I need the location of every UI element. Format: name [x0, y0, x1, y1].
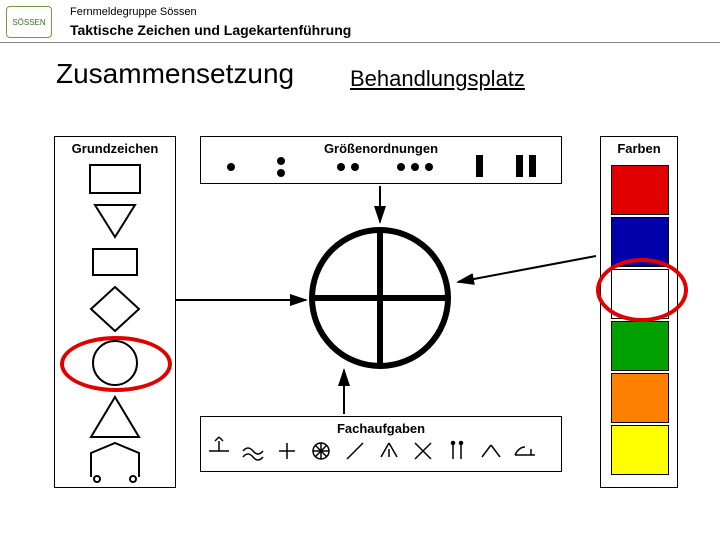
- panel-fachaufgaben: Fachaufgaben: [200, 416, 562, 472]
- slide-page: SÖSSEN Fernmeldegruppe Sössen Taktische …: [0, 0, 720, 540]
- color-swatch-green: [611, 321, 669, 371]
- panel-farben-title: Farben: [617, 141, 660, 156]
- fachaufgaben-icons-icon: [201, 417, 561, 471]
- color-swatch-orange: [611, 373, 669, 423]
- color-swatch-red: [611, 165, 669, 215]
- highlight-farbe-weiss: [596, 258, 688, 322]
- color-swatch-yellow: [611, 425, 669, 475]
